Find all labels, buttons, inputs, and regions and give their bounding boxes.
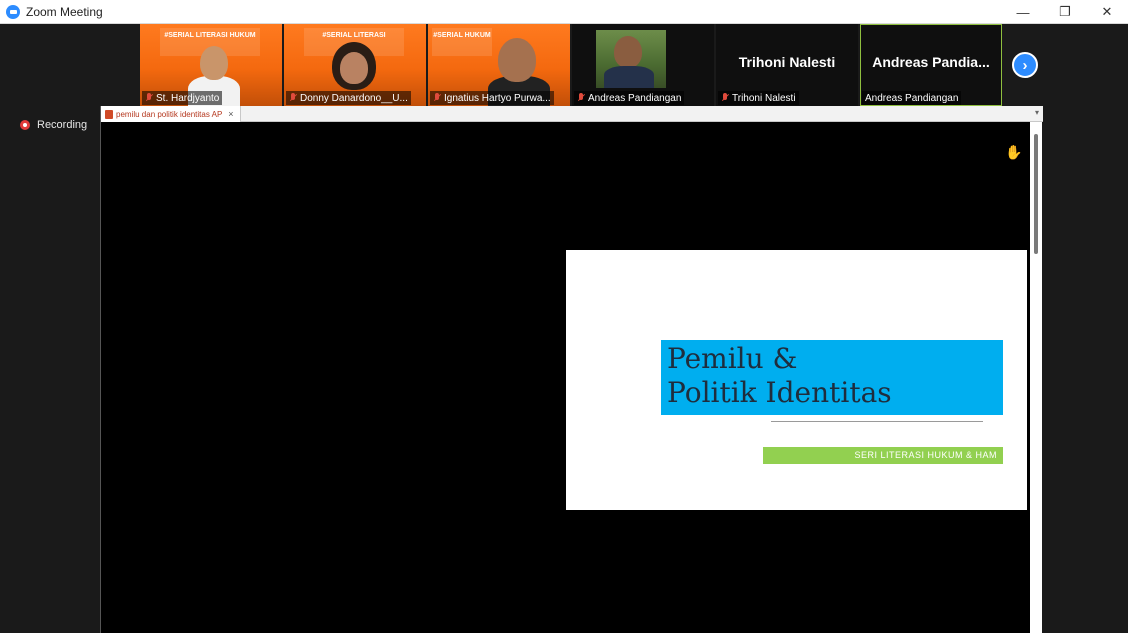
participant-display-name: Trihoni Nalesti	[738, 54, 836, 70]
participant-tile[interactable]: Trihoni Nalesti Trihoni Nalesti	[716, 24, 858, 106]
participant-display-name: Andreas Pandia...	[872, 54, 990, 70]
restore-button[interactable]: ❐	[1044, 0, 1086, 24]
document-tab[interactable]: pemilu dan politik identitas AP ×	[101, 106, 241, 122]
participant-gallery: #SERIAL LITERASI HUKUM St. Hardjyanto #S…	[140, 24, 1002, 106]
recording-indicator[interactable]: Recording	[20, 119, 87, 131]
participant-name: St. Hardjyanto	[156, 92, 220, 104]
participant-name: Andreas Pandiangan	[865, 92, 959, 104]
document-tab-bar: pemilu dan politik identitas AP × ▾	[101, 106, 1043, 122]
scrollbar-thumb[interactable]	[1034, 134, 1038, 254]
participant-name-label: Andreas Pandiangan	[574, 91, 685, 105]
window-controls: — ❐ ✕	[1002, 0, 1128, 24]
participant-tile[interactable]: #SERIAL LITERASI Donny Danardono__U...	[284, 24, 426, 106]
hand-cursor-icon: ✋	[1005, 144, 1023, 160]
participant-name-label: Andreas Pandiangan	[862, 91, 962, 105]
participant-name: Ignatius Hartyo Purwa...	[444, 92, 551, 104]
title-bar: Zoom Meeting — ❐ ✕	[0, 0, 1128, 24]
mic-muted-icon	[577, 93, 585, 103]
slide-subtitle: SERI LITERASI HUKUM & HAM	[763, 447, 1003, 464]
powerpoint-icon	[105, 109, 113, 119]
recording-label: Recording	[37, 119, 88, 131]
slide-title: Pemilu & Politik Identitas	[667, 342, 892, 409]
mic-muted-icon	[433, 93, 441, 103]
participant-name-label: St. Hardjyanto	[142, 91, 223, 105]
mic-muted-icon	[145, 93, 153, 103]
participant-tile[interactable]: #SERIAL HUKUM Ignatius Hartyo Purwa...	[428, 24, 570, 106]
document-tab-label: pemilu dan politik identitas AP	[116, 109, 223, 119]
participant-tile[interactable]: Andreas Pandiangan	[572, 24, 714, 106]
record-icon	[20, 120, 30, 130]
participant-body	[604, 66, 654, 88]
participant-name: Trihoni Nalesti	[732, 92, 796, 104]
participant-face	[200, 46, 228, 80]
participant-tile[interactable]: #SERIAL LITERASI HUKUM St. Hardjyanto	[140, 24, 282, 106]
event-banner: #SERIAL HUKUM	[432, 28, 492, 56]
gallery-next-arrow-icon[interactable]: ›	[1012, 52, 1038, 78]
slide-title-box: Pemilu & Politik Identitas	[661, 340, 1003, 415]
participant-face	[498, 38, 536, 82]
participant-name-label: Trihoni Nalesti	[718, 91, 799, 105]
meeting-main-area: #SERIAL LITERASI HUKUM St. Hardjyanto #S…	[0, 24, 1128, 633]
tab-dropdown-icon[interactable]: ▾	[1035, 108, 1039, 117]
participant-name: Donny Danardono__U...	[300, 92, 408, 104]
participant-name-label: Ignatius Hartyo Purwa...	[430, 91, 554, 105]
slide-divider	[771, 421, 983, 422]
tab-close-icon[interactable]: ×	[228, 109, 233, 119]
zoom-app-icon	[6, 4, 20, 19]
participant-face	[340, 52, 368, 84]
minimize-button[interactable]: —	[1002, 0, 1044, 24]
shared-screen: pemilu dan politik identitas AP × ▾ ✋ Pe…	[100, 106, 1043, 633]
close-button[interactable]: ✕	[1086, 0, 1128, 24]
window-title: Zoom Meeting	[26, 4, 103, 19]
mic-muted-icon	[721, 93, 729, 103]
participant-name: Andreas Pandiangan	[588, 92, 682, 104]
mic-muted-icon	[289, 93, 297, 103]
presentation-slide: Pemilu & Politik Identitas SERI LITERASI…	[566, 250, 1027, 510]
participant-tile-active-speaker[interactable]: Andreas Pandia... Andreas Pandiangan	[860, 24, 1002, 106]
participant-face	[614, 36, 642, 68]
participant-name-label: Donny Danardono__U...	[286, 91, 411, 105]
vertical-scrollbar[interactable]	[1030, 122, 1042, 633]
